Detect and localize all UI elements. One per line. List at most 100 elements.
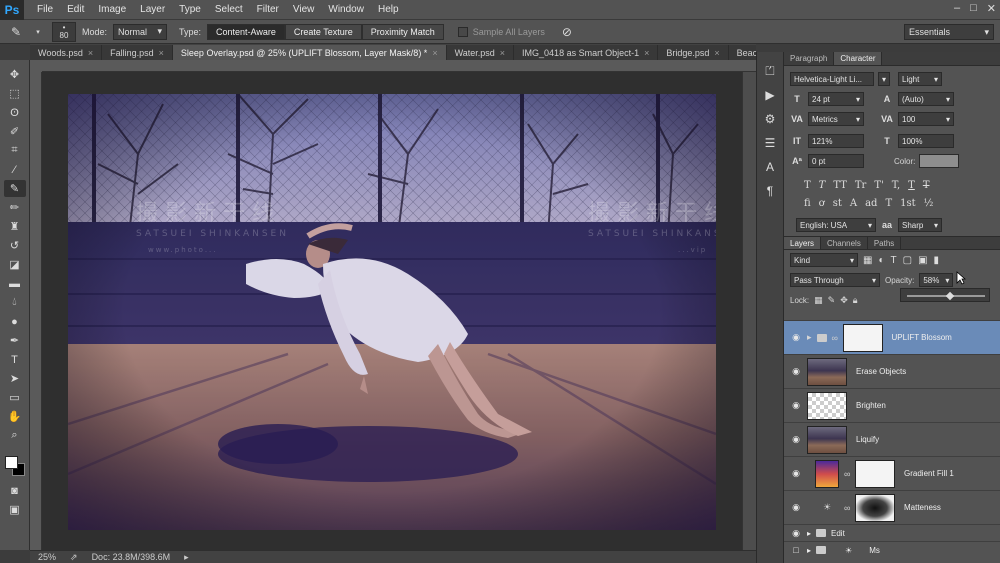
- zoom-tool-icon[interactable]: ⌕: [4, 427, 26, 444]
- adjust-icon[interactable]: ⚙: [761, 110, 779, 128]
- font-style-select[interactable]: Light ▾: [898, 72, 942, 86]
- menu-file[interactable]: File: [30, 4, 60, 15]
- marquee-tool-icon[interactable]: ⬚: [4, 85, 26, 102]
- close-icon[interactable]: ×: [432, 48, 437, 58]
- chevron-down-icon[interactable]: ▾: [30, 24, 46, 40]
- small-caps-button[interactable]: Tr: [855, 180, 866, 191]
- vertical-scale-field[interactable]: 121%: [808, 134, 864, 148]
- brush-tool-icon[interactable]: ✏: [4, 199, 26, 216]
- tab-falling[interactable]: Falling.psd ×: [102, 45, 173, 60]
- tab-beach[interactable]: Beach.p: [728, 45, 756, 60]
- language-select[interactable]: English: USA ▾: [796, 218, 876, 232]
- layer-row[interactable]: ◉ Liquify: [784, 422, 1000, 456]
- shape-filter-icon[interactable]: ▢: [903, 255, 912, 266]
- type-filter-icon[interactable]: T: [891, 255, 897, 266]
- eyedropper-tool-icon[interactable]: ⁄: [4, 161, 26, 178]
- font-size-field[interactable]: 24 pt ▾: [808, 92, 864, 106]
- character-icon[interactable]: A: [761, 158, 779, 176]
- superscript-button[interactable]: T': [874, 180, 883, 191]
- tab-layers[interactable]: Layers: [784, 237, 822, 249]
- lasso-tool-icon[interactable]: ʘ: [4, 104, 26, 121]
- minimize-button[interactable]: –: [954, 2, 960, 15]
- menu-help[interactable]: Help: [371, 4, 406, 15]
- actions-play-icon[interactable]: ▶: [761, 86, 779, 104]
- menu-view[interactable]: View: [286, 4, 322, 15]
- lock-transparent-icon[interactable]: ▦: [814, 295, 823, 306]
- tab-sleep-overlay[interactable]: Sleep Overlay.psd @ 25% (UPLIFT Blossom,…: [172, 45, 447, 60]
- screen-mode-icon[interactable]: ▣: [4, 501, 26, 518]
- all-caps-button[interactable]: TT: [833, 180, 847, 191]
- lock-position-icon[interactable]: ✥: [840, 295, 848, 306]
- tracking-field[interactable]: 100 ▾: [898, 112, 954, 126]
- blend-mode-select[interactable]: Pass Through ▾: [790, 273, 880, 287]
- history-icon[interactable]: ⏍: [761, 62, 779, 80]
- lock-image-icon[interactable]: ✎: [828, 295, 836, 306]
- tab-water[interactable]: Water.psd ×: [446, 45, 515, 60]
- font-family-dropdown[interactable]: ▾: [878, 72, 890, 86]
- fractions-button[interactable]: ½: [924, 198, 934, 209]
- ligatures-button[interactable]: fi: [804, 198, 811, 209]
- healing-brush-tool-icon[interactable]: ✎: [3, 180, 26, 197]
- tab-character[interactable]: Character: [834, 52, 883, 65]
- titling-button[interactable]: T: [885, 198, 892, 209]
- link-icon[interactable]: ∞: [844, 469, 850, 479]
- close-icon[interactable]: ×: [500, 48, 505, 58]
- layer-thumbnail[interactable]: [807, 425, 847, 454]
- close-icon[interactable]: ×: [714, 48, 719, 58]
- ordinals-button[interactable]: 1st: [900, 198, 916, 209]
- layer-mask-thumbnail[interactable]: [855, 459, 895, 488]
- pixel-filter-icon[interactable]: ▦: [863, 255, 872, 266]
- opacity-slider-knob[interactable]: [945, 291, 955, 301]
- sample-all-layers-checkbox[interactable]: [457, 26, 468, 37]
- menu-type[interactable]: Type: [172, 4, 208, 15]
- clone-stamp-tool-icon[interactable]: ♜: [4, 218, 26, 235]
- menu-select[interactable]: Select: [208, 4, 250, 15]
- document-image[interactable]: 撮 影 新 干 线 SATSUEI SHINKANSEN www.photo..…: [68, 94, 716, 530]
- layer-mask-thumbnail[interactable]: [855, 493, 895, 522]
- quick-select-tool-icon[interactable]: ✐: [4, 123, 26, 140]
- subscript-button[interactable]: T,: [892, 180, 900, 191]
- menu-filter[interactable]: Filter: [250, 4, 286, 15]
- eye-icon[interactable]: ◉: [790, 468, 802, 479]
- link-icon[interactable]: ∞: [844, 503, 850, 513]
- swash-button[interactable]: A: [850, 198, 857, 209]
- type-tool-icon[interactable]: T: [4, 351, 26, 368]
- kerning-field[interactable]: Metrics ▾: [808, 112, 864, 126]
- tab-paragraph[interactable]: Paragraph: [784, 52, 835, 65]
- tab-channels[interactable]: Channels: [821, 237, 868, 249]
- proximity-match-button[interactable]: Proximity Match: [361, 23, 444, 40]
- workspace-select[interactable]: Essentials ▾: [904, 24, 994, 40]
- brush-size-picker[interactable]: • 80: [52, 21, 76, 42]
- chevron-right-icon[interactable]: ▸: [807, 529, 811, 538]
- menu-window[interactable]: Window: [321, 4, 371, 15]
- layer-mask-thumbnail[interactable]: [842, 323, 883, 352]
- eye-icon[interactable]: ◉: [790, 434, 802, 445]
- history-brush-tool-icon[interactable]: ↺: [4, 237, 26, 254]
- spot-healing-brush-icon[interactable]: ✎: [8, 24, 24, 40]
- layer-filter-select[interactable]: Kind ▾: [790, 253, 858, 267]
- visibility-off-icon[interactable]: □: [790, 545, 802, 555]
- layer-row[interactable]: ◉ ☀ ∞ Matteness: [784, 490, 1000, 524]
- lock-all-icon[interactable]: 🔒︎: [853, 295, 858, 306]
- paragraph-icon[interactable]: ¶: [761, 182, 779, 200]
- underline-button[interactable]: T: [908, 180, 915, 191]
- foreground-color-swatch[interactable]: [4, 456, 18, 469]
- menu-layer[interactable]: Layer: [133, 4, 172, 15]
- faux-italic-button[interactable]: T: [819, 180, 826, 191]
- maximize-button[interactable]: □: [970, 2, 977, 15]
- stylistic-alternates-button[interactable]: ad: [865, 198, 877, 209]
- content-aware-button[interactable]: Content-Aware: [207, 23, 285, 40]
- adjustment-filter-icon[interactable]: ◐: [878, 255, 884, 266]
- chevron-right-icon[interactable]: ▸: [807, 546, 811, 555]
- layer-row[interactable]: ◉ Brighten: [784, 388, 1000, 422]
- leading-field[interactable]: (Auto) ▾: [898, 92, 954, 106]
- eye-icon[interactable]: ◉: [790, 502, 802, 513]
- chevron-right-icon[interactable]: ▸: [184, 552, 189, 563]
- dodge-tool-icon[interactable]: ●: [4, 313, 26, 330]
- shape-tool-icon[interactable]: ▭: [4, 389, 26, 406]
- smart-object-filter-icon[interactable]: ▣: [918, 255, 927, 266]
- tab-paths[interactable]: Paths: [868, 237, 902, 249]
- eraser-tool-icon[interactable]: ◪: [4, 256, 26, 273]
- properties-icon[interactable]: ☰: [761, 134, 779, 152]
- quick-mask-icon[interactable]: ◙: [4, 482, 26, 499]
